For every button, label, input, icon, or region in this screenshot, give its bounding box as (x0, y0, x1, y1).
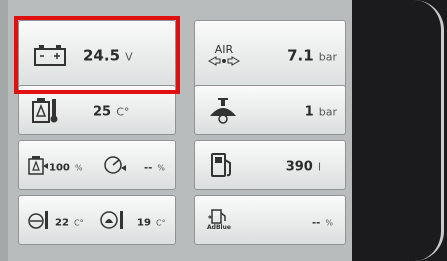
air-icon-label: AIR (214, 43, 234, 56)
air-pressure-value: 7.1 (287, 46, 314, 65)
adblue-value: -- (311, 217, 321, 229)
selection-highlight (14, 16, 180, 94)
intake-temperature-value: 22 (55, 217, 69, 229)
intake-temperature-icon (27, 209, 49, 231)
engine-gauge-unit: % (157, 163, 165, 173)
adblue-tile[interactable]: AdBlue -- % (194, 195, 346, 245)
engine-load-unit: % (74, 163, 83, 173)
fuel-pump-icon (209, 151, 235, 179)
fuel-level-unit: l (317, 160, 321, 174)
oil-pressure-tile[interactable]: 1 bar (194, 85, 346, 135)
adblue-icon-label: AdBlue (207, 224, 231, 231)
adblue-unit: % (325, 218, 333, 228)
fuel-level-value: 390 (285, 159, 313, 175)
engine-gauge-icon (103, 154, 127, 176)
temperatures-tile[interactable]: 22 C° 19 C° (18, 195, 176, 245)
engine-gauge-value: -- (143, 162, 153, 174)
fuel-level-tile[interactable]: 390 l (194, 140, 346, 190)
intake-temperature-unit: C° (74, 218, 84, 228)
oil-pressure-unit: bar (318, 105, 337, 119)
oil-temperature-unit: C° (156, 218, 166, 228)
oil-pressure-icon (207, 96, 239, 124)
engine-load-icon (27, 154, 49, 176)
engine-load-tile[interactable]: 100 % -- % (18, 140, 176, 190)
engine-load-value: 100 (49, 162, 70, 174)
oil-temperature-icon (99, 209, 125, 231)
coolant-temperature-value: 25 (93, 104, 112, 120)
oil-temperature-value: 19 (137, 217, 151, 229)
oil-pressure-value: 1 (304, 104, 314, 120)
coolant-temperature-unit: C° (116, 105, 130, 119)
air-pressure-tile[interactable]: AIR 7.1 bar (194, 20, 346, 90)
coolant-temperature-icon (31, 96, 59, 124)
gauge-panel: 24.5 V AIR 7.1 bar 25 C° 1 bar 100 % -- … (0, 0, 352, 261)
screen-bezel (414, 0, 444, 261)
adblue-icon: AdBlue (207, 208, 231, 232)
air-icon: AIR (207, 44, 241, 66)
air-pressure-unit: bar (318, 50, 337, 64)
